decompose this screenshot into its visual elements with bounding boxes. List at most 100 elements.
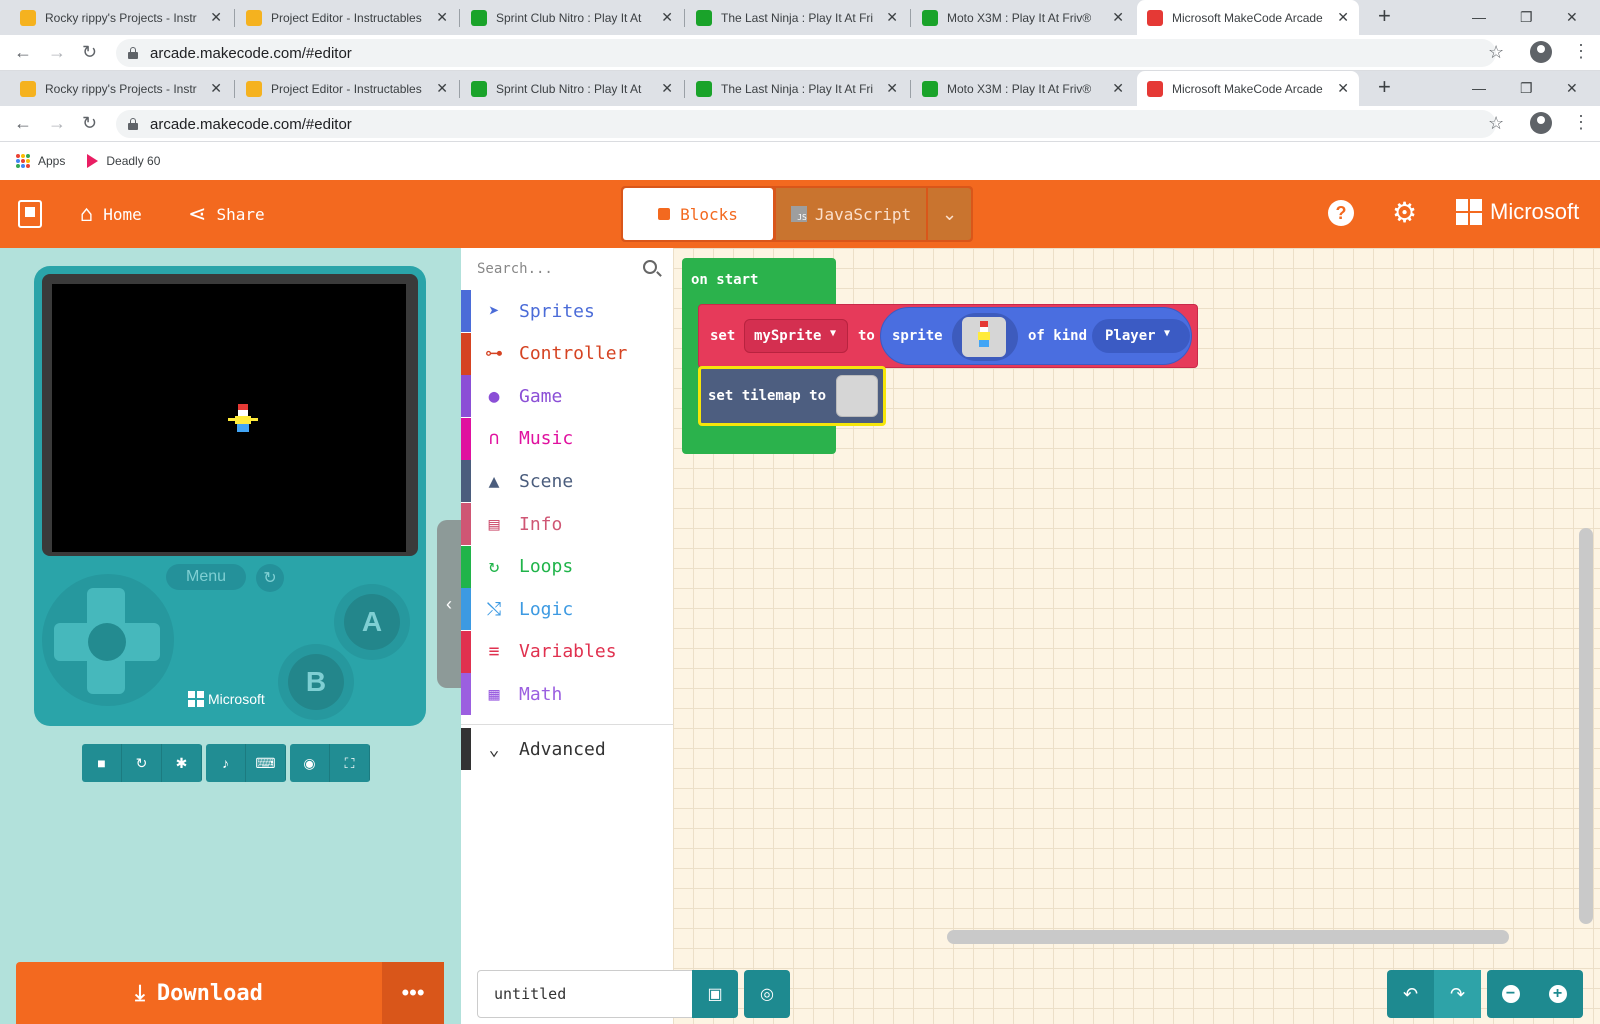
help-icon[interactable]: ?: [1328, 200, 1354, 226]
url-field[interactable]: arcade.makecode.com/#editor: [116, 39, 1496, 67]
save-icon[interactable]: ▣: [692, 970, 738, 1018]
bookmark-apps[interactable]: Apps: [16, 154, 65, 168]
category-logic[interactable]: ⤭Logic: [461, 588, 673, 630]
browser-tab[interactable]: The Last Ninja : Play It At Fri✕: [686, 71, 908, 106]
zoom-out-icon[interactable]: −: [1487, 970, 1534, 1018]
editor-dropdown-button[interactable]: ⌄: [928, 188, 971, 240]
browser-tab[interactable]: Moto X3M : Play It At Friv® ✕: [912, 0, 1134, 35]
bookmark-star-icon[interactable]: ☆: [1488, 42, 1504, 63]
reload-icon[interactable]: ↻: [82, 42, 97, 63]
minimize-icon[interactable]: —: [1472, 9, 1486, 25]
profile-icon[interactable]: [1530, 112, 1552, 134]
profile-icon[interactable]: [1530, 41, 1552, 63]
tab-blocks[interactable]: Blocks: [623, 188, 773, 240]
category-variables[interactable]: ≡Variables: [461, 631, 673, 673]
toolbox-search-input[interactable]: Search...: [461, 248, 673, 290]
restart-icon[interactable]: ↻: [122, 744, 162, 782]
arcade-logo-icon[interactable]: [18, 200, 42, 228]
browser-tab[interactable]: The Last Ninja : Play It At Fri✕: [686, 0, 908, 35]
screen-bezel: [42, 274, 418, 556]
menu-button[interactable]: Menu: [166, 564, 246, 590]
debug-bug-icon[interactable]: ✱: [162, 744, 202, 782]
close-tab-icon[interactable]: ✕: [1112, 80, 1124, 97]
category-sprites[interactable]: ➤Sprites: [461, 290, 673, 332]
close-window-icon[interactable]: ✕: [1566, 80, 1578, 97]
category-game[interactable]: ●Game: [461, 375, 673, 417]
bookmark-star-icon[interactable]: ☆: [1488, 113, 1504, 134]
horizontal-scrollbar[interactable]: [947, 930, 1509, 944]
category-music[interactable]: ∩Music: [461, 418, 673, 460]
browser-tab[interactable]: Microsoft MakeCode Arcade✕: [1137, 71, 1359, 106]
keyboard-icon[interactable]: ⌨: [246, 744, 286, 782]
category-scene[interactable]: ▲Scene: [461, 460, 673, 502]
new-tab-button[interactable]: +: [1378, 74, 1391, 100]
category-controller[interactable]: ⊶Controller: [461, 333, 673, 375]
close-tab-icon[interactable]: ✕: [210, 80, 222, 97]
sound-icon[interactable]: ♪: [206, 744, 246, 782]
close-tab-icon[interactable]: ✕: [436, 80, 448, 97]
fullscreen-icon[interactable]: ⛶: [330, 744, 370, 782]
browser-tab[interactable]: Sprint Club Nitro : Play It At✕: [461, 71, 683, 106]
restore-icon[interactable]: ❐: [1520, 80, 1533, 97]
browser-tab[interactable]: Sprint Club Nitro : Play It At✕: [461, 0, 683, 35]
menu-kebab-icon[interactable]: ⋮: [1572, 41, 1590, 62]
tab-title: Moto X3M : Play It At Friv®: [947, 11, 1104, 25]
vertical-scrollbar[interactable]: [1579, 528, 1593, 924]
reload-icon[interactable]: ↻: [82, 113, 97, 134]
category-math[interactable]: ▦Math: [461, 673, 673, 715]
sprite-image-editor[interactable]: [962, 317, 1006, 357]
browser-tab[interactable]: Project Editor - Instructables✕: [236, 0, 458, 35]
category-loops[interactable]: ↻Loops: [461, 546, 673, 588]
collapse-simulator-tab[interactable]: ‹: [437, 520, 461, 688]
close-tab-icon[interactable]: ✕: [1112, 9, 1124, 26]
microsoft-brand[interactable]: Microsoft: [1456, 199, 1579, 225]
more-options-button[interactable]: •••: [382, 962, 444, 1024]
restart-icon[interactable]: ↻: [256, 564, 284, 592]
a-button[interactable]: A: [334, 584, 410, 660]
new-tab-button[interactable]: +: [1378, 3, 1391, 29]
redo-icon[interactable]: ↷: [1434, 970, 1481, 1018]
b-button[interactable]: B: [278, 644, 354, 720]
close-tab-icon[interactable]: ✕: [886, 80, 898, 97]
browser-tab[interactable]: Project Editor - Instructables✕: [236, 71, 458, 106]
browser-tab[interactable]: Rocky rippy's Projects - Instr✕: [10, 71, 232, 106]
close-tab-icon[interactable]: ✕: [1337, 9, 1349, 26]
category-advanced[interactable]: ⌄Advanced: [461, 728, 673, 770]
zoom-in-icon[interactable]: +: [1534, 970, 1581, 1018]
close-window-icon[interactable]: ✕: [1566, 9, 1578, 26]
home-button[interactable]: ⌂ Home: [80, 202, 142, 227]
download-button[interactable]: ⤓ Download: [16, 962, 382, 1024]
screenshot-camera-icon[interactable]: ◉: [290, 744, 330, 782]
restore-icon[interactable]: ❐: [1520, 9, 1533, 26]
tab-javascript[interactable]: JS JavaScript: [776, 188, 926, 240]
apps-grid-icon: [16, 154, 30, 168]
url-field[interactable]: arcade.makecode.com/#editor: [116, 110, 1496, 138]
game-screen[interactable]: [52, 284, 406, 552]
share-button[interactable]: ⋖ Share: [188, 202, 265, 227]
close-tab-icon[interactable]: ✕: [661, 80, 673, 97]
minimize-icon[interactable]: —: [1472, 80, 1486, 96]
browser-tab[interactable]: Moto X3M : Play It At Friv® ✕: [912, 71, 1134, 106]
forward-icon[interactable]: →: [48, 42, 66, 63]
browser-tab[interactable]: Rocky rippy's Projects - Instr✕: [10, 0, 232, 35]
browser-tab[interactable]: Microsoft MakeCode Arcade✕: [1137, 0, 1359, 35]
undo-icon[interactable]: ↶: [1387, 970, 1434, 1018]
gear-icon[interactable]: ⚙: [1392, 196, 1417, 229]
search-icon[interactable]: [643, 260, 657, 274]
close-tab-icon[interactable]: ✕: [886, 9, 898, 26]
menu-kebab-icon[interactable]: ⋮: [1572, 112, 1590, 133]
tilemap-image-editor[interactable]: [836, 375, 878, 417]
github-icon[interactable]: ◎: [744, 970, 790, 1018]
stop-icon[interactable]: ■: [82, 744, 122, 782]
back-icon[interactable]: ←: [14, 113, 32, 134]
forward-icon[interactable]: →: [48, 113, 66, 134]
bookmark-deadly-60[interactable]: Deadly 60: [87, 154, 160, 168]
project-name-input[interactable]: untitled: [477, 970, 693, 1018]
back-icon[interactable]: ←: [14, 42, 32, 63]
category-info[interactable]: ▤Info: [461, 503, 673, 545]
tab-title: Moto X3M : Play It At Friv®: [947, 82, 1104, 96]
close-tab-icon[interactable]: ✕: [1337, 80, 1349, 97]
close-tab-icon[interactable]: ✕: [661, 9, 673, 26]
close-tab-icon[interactable]: ✕: [436, 9, 448, 26]
close-tab-icon[interactable]: ✕: [210, 9, 222, 26]
